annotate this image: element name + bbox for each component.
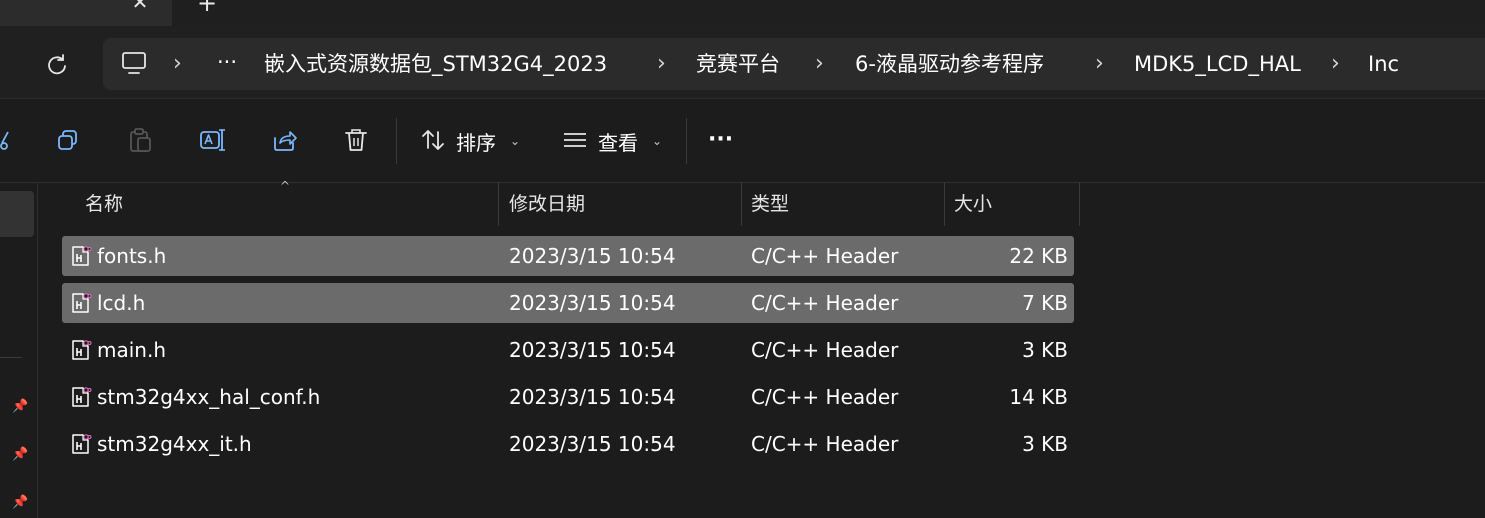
chevron-down-icon[interactable]: ⌄ [510, 131, 520, 151]
delete-icon[interactable] [342, 126, 370, 154]
nav-divider [0, 357, 22, 358]
file-type: C/C++ Header [751, 385, 899, 409]
breadcrumb-item-platform[interactable]: 竞赛平台 [696, 51, 780, 77]
pin-icon[interactable]: 📌 [12, 495, 28, 511]
file-name: fonts.h [97, 244, 167, 268]
column-divider[interactable] [498, 182, 499, 226]
refresh-icon[interactable] [42, 50, 72, 80]
file-row[interactable]: stm32g4xx_hal_conf.h 2023/3/15 10:54 C/C… [62, 377, 1074, 417]
new-tab-button[interactable]: + [196, 0, 218, 15]
chevron-down-icon[interactable]: ⌄ [652, 131, 662, 151]
file-row[interactable]: lcd.h 2023/3/15 10:54 C/C++ Header 7 KB [62, 283, 1074, 323]
column-header-modified[interactable]: 修改日期 [509, 192, 585, 216]
nav-item-selected[interactable] [0, 191, 34, 237]
file-size: 3 KB [1022, 338, 1068, 362]
file-modified: 2023/3/15 10:54 [509, 291, 676, 315]
file-row[interactable]: main.h 2023/3/15 10:54 C/C++ Header 3 KB [62, 330, 1074, 370]
column-divider[interactable] [944, 182, 945, 226]
cut-icon[interactable] [0, 126, 16, 154]
file-modified: 2023/3/15 10:54 [509, 385, 676, 409]
paste-icon[interactable] [126, 126, 154, 154]
file-type: C/C++ Header [751, 291, 899, 315]
breadcrumb-item-lcd-driver[interactable]: 6-液晶驱动参考程序 [855, 51, 1044, 77]
file-name: main.h [97, 338, 167, 362]
file-name: lcd.h [97, 291, 146, 315]
breadcrumb-overflow-button[interactable]: ··· [217, 49, 237, 75]
file-row[interactable]: stm32g4xx_it.h 2023/3/15 10:54 C/C++ Hea… [62, 424, 1074, 464]
file-size: 14 KB [1009, 385, 1068, 409]
tab-strip [0, 0, 1485, 26]
file-name: stm32g4xx_hal_conf.h [97, 385, 321, 409]
sort-button[interactable]: 排序 [456, 131, 496, 155]
breadcrumb-separator[interactable]: › [1095, 51, 1104, 77]
computer-icon[interactable] [120, 50, 150, 78]
sort-ascending-icon: ^ [280, 179, 291, 193]
header-file-icon [70, 433, 92, 455]
share-icon[interactable] [270, 126, 298, 154]
breadcrumb-separator[interactable]: › [173, 51, 182, 77]
file-modified: 2023/3/15 10:54 [509, 244, 676, 268]
file-type: C/C++ Header [751, 432, 899, 456]
file-name: stm32g4xx_it.h [97, 432, 252, 456]
file-row[interactable]: fonts.h 2023/3/15 10:54 C/C++ Header 22 … [62, 236, 1074, 276]
header-file-icon [70, 245, 92, 267]
column-divider[interactable] [1079, 182, 1080, 226]
pin-icon[interactable]: 📌 [12, 399, 28, 415]
breadcrumb-item-inc[interactable]: Inc [1368, 51, 1399, 77]
file-size: 3 KB [1022, 432, 1068, 456]
column-header-type[interactable]: 类型 [751, 192, 789, 216]
breadcrumb-item-package[interactable]: 嵌入式资源数据包_STM32G4_2023 [264, 51, 607, 77]
header-file-icon [70, 292, 92, 314]
more-options-button[interactable]: ··· [708, 128, 733, 152]
header-file-icon [70, 386, 92, 408]
breadcrumb-separator[interactable]: › [815, 51, 824, 77]
column-divider[interactable] [741, 182, 742, 226]
column-header-size[interactable]: 大小 [954, 192, 992, 216]
column-header-name[interactable]: 名称 [85, 192, 123, 216]
toolbar-separator [396, 118, 397, 164]
breadcrumb-separator[interactable]: › [1331, 51, 1340, 77]
view-icon[interactable] [561, 126, 589, 154]
divider [0, 182, 1485, 183]
close-tab-icon[interactable]: ✕ [130, 0, 150, 12]
file-size: 7 KB [1022, 291, 1068, 315]
file-type: C/C++ Header [751, 244, 899, 268]
view-button[interactable]: 查看 [598, 131, 638, 155]
file-type: C/C++ Header [751, 338, 899, 362]
file-modified: 2023/3/15 10:54 [509, 338, 676, 362]
header-file-icon [70, 339, 92, 361]
toolbar-separator [686, 118, 687, 164]
rename-icon[interactable] [198, 126, 226, 154]
breadcrumb-item-mdk5[interactable]: MDK5_LCD_HAL [1134, 51, 1301, 77]
sort-icon[interactable] [419, 126, 447, 154]
pin-icon[interactable]: 📌 [12, 447, 28, 463]
breadcrumb-separator[interactable]: › [657, 51, 666, 77]
copy-icon[interactable] [54, 126, 82, 154]
file-size: 22 KB [1009, 244, 1068, 268]
file-modified: 2023/3/15 10:54 [509, 432, 676, 456]
